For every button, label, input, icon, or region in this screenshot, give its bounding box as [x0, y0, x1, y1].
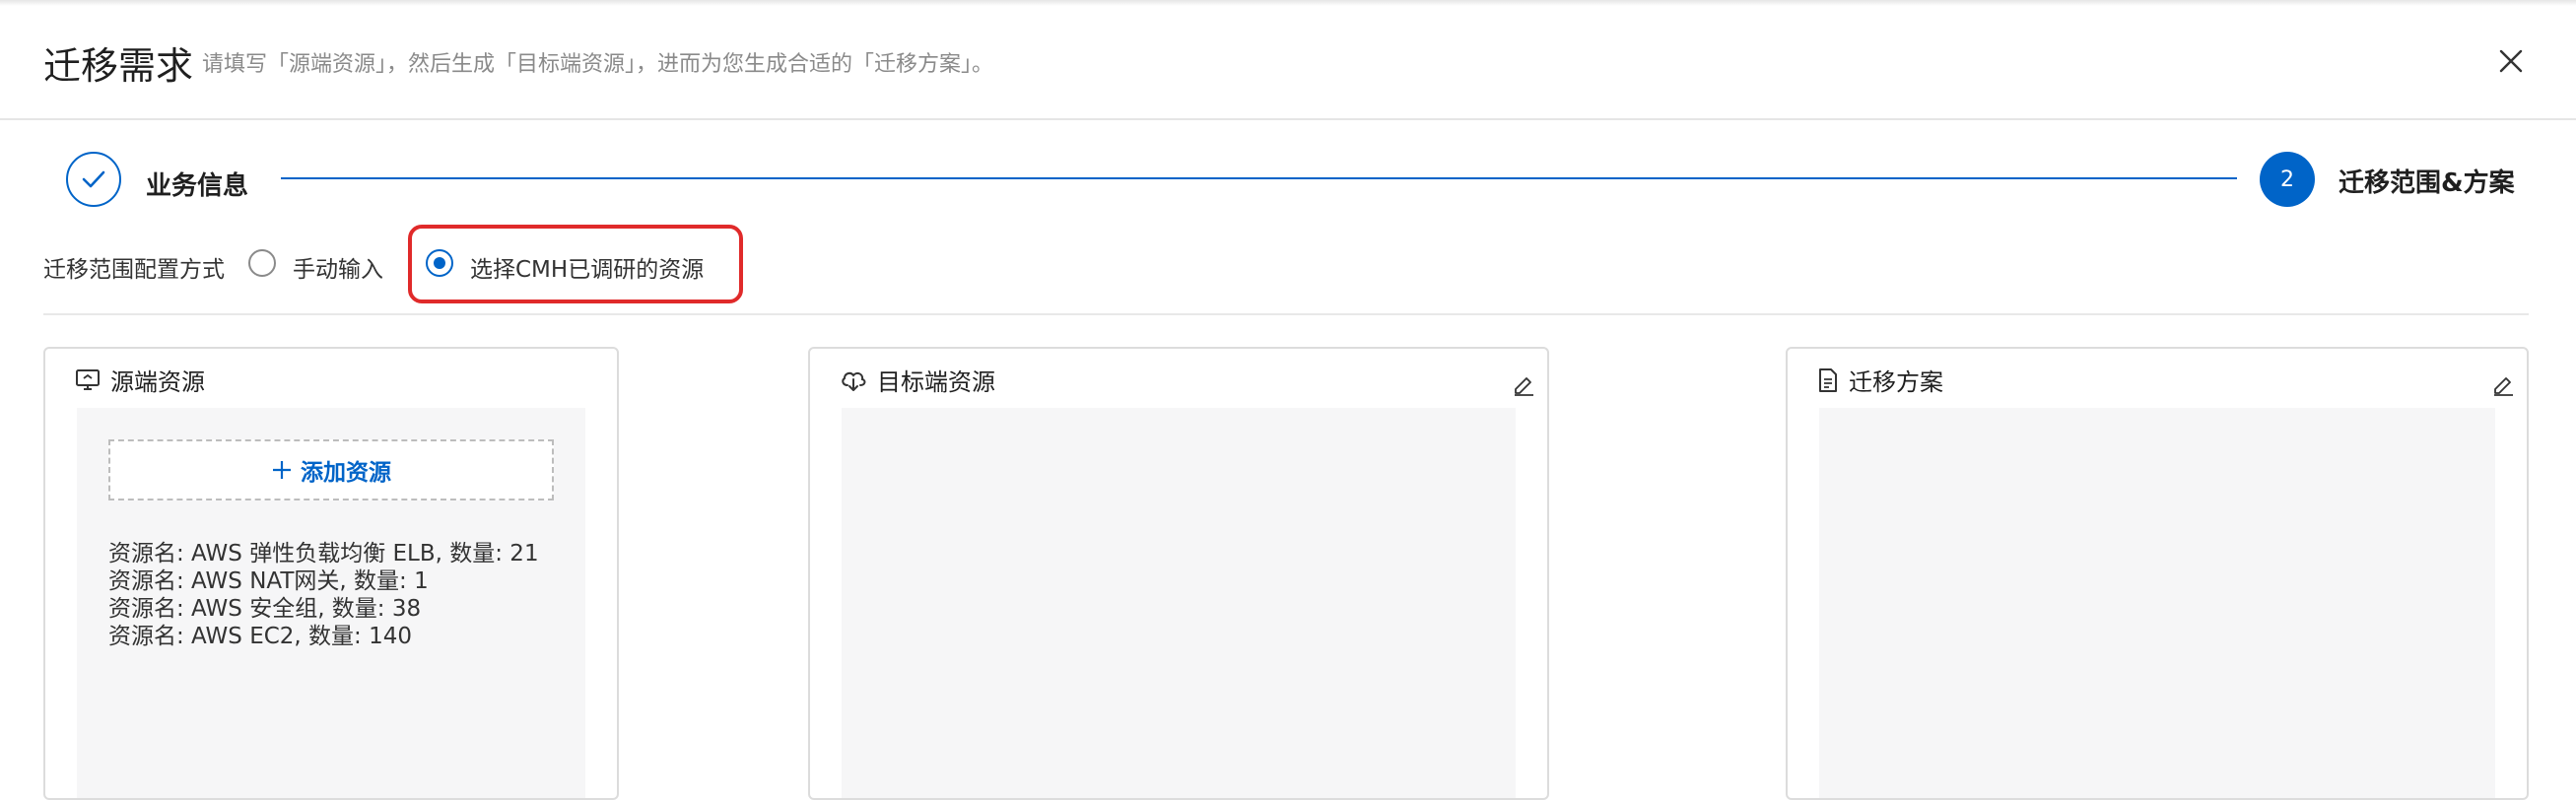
target-resources-panel: 目标端资源 — [808, 347, 1549, 800]
target-panel-body — [842, 408, 1516, 798]
close-button[interactable] — [2491, 41, 2531, 81]
target-panel-title: 目标端资源 — [877, 368, 995, 396]
step-connector — [281, 177, 2237, 179]
monitor-icon — [76, 368, 100, 390]
source-resources-panel: 源端资源 添加资源 资源名: AWS 弹性负载均衡 ELB, 数量: 21 资源… — [43, 347, 619, 800]
radio-cmh-resources[interactable] — [426, 249, 453, 277]
dialog-header: 迁移需求 请填写「源端资源」，然后生成「目标端资源」，进而为您生成合适的「迁移方… — [0, 0, 2576, 120]
migration-plan-panel: 迁移方案 — [1786, 347, 2529, 800]
source-panel-body: 添加资源 资源名: AWS 弹性负载均衡 ELB, 数量: 21 资源名: AW… — [77, 408, 585, 798]
check-icon — [82, 170, 105, 188]
section-divider — [43, 313, 2529, 315]
edit-plan-button[interactable] — [2489, 370, 2517, 398]
step-1-label: 业务信息 — [146, 171, 249, 201]
radio-manual-input-label[interactable]: 手动输入 — [293, 250, 383, 284]
dialog-title: 迁移需求 — [43, 44, 194, 88]
resource-item: 资源名: AWS NAT网关, 数量: 1 — [108, 568, 429, 594]
plan-panel-title: 迁移方案 — [1849, 368, 1943, 396]
resource-item: 资源名: AWS 安全组, 数量: 38 — [108, 596, 422, 622]
add-resource-label: 添加资源 — [301, 460, 391, 486]
add-resource-button[interactable]: 添加资源 — [108, 439, 554, 500]
source-panel-title: 源端资源 — [110, 368, 205, 396]
resource-item: 资源名: AWS 弹性负载均衡 ELB, 数量: 21 — [108, 541, 539, 567]
resource-item: 资源名: AWS EC2, 数量: 140 — [108, 624, 412, 649]
step-2-label: 迁移范围&方案 — [2339, 168, 2515, 198]
source-panel-header: 源端资源 — [75, 363, 205, 397]
cloud-download-icon — [842, 371, 866, 391]
edit-icon — [1515, 377, 1533, 396]
step-1-indicator — [66, 152, 121, 207]
edit-target-button[interactable] — [1510, 370, 1537, 398]
plan-panel-header: 迁移方案 — [1817, 363, 1943, 397]
close-icon — [2499, 49, 2523, 73]
plan-panel-body — [1819, 408, 2495, 798]
radio-cmh-resources-label[interactable]: 选择CMH已调研的资源 — [470, 250, 704, 284]
resource-list: 资源名: AWS 弹性负载均衡 ELB, 数量: 21 资源名: AWS NAT… — [108, 540, 572, 650]
plus-icon — [273, 461, 291, 479]
step-2-indicator: 2 — [2260, 152, 2315, 207]
document-icon — [1819, 367, 1837, 392]
target-panel-header: 目标端资源 — [840, 363, 995, 397]
edit-icon — [2494, 377, 2513, 396]
scope-config-label: 迁移范围配置方式 — [43, 257, 225, 283]
radio-manual-input[interactable] — [248, 249, 276, 277]
dialog-subtitle: 请填写「源端资源」，然后生成「目标端资源」，进而为您生成合适的「迁移方案」。 — [202, 52, 994, 77]
